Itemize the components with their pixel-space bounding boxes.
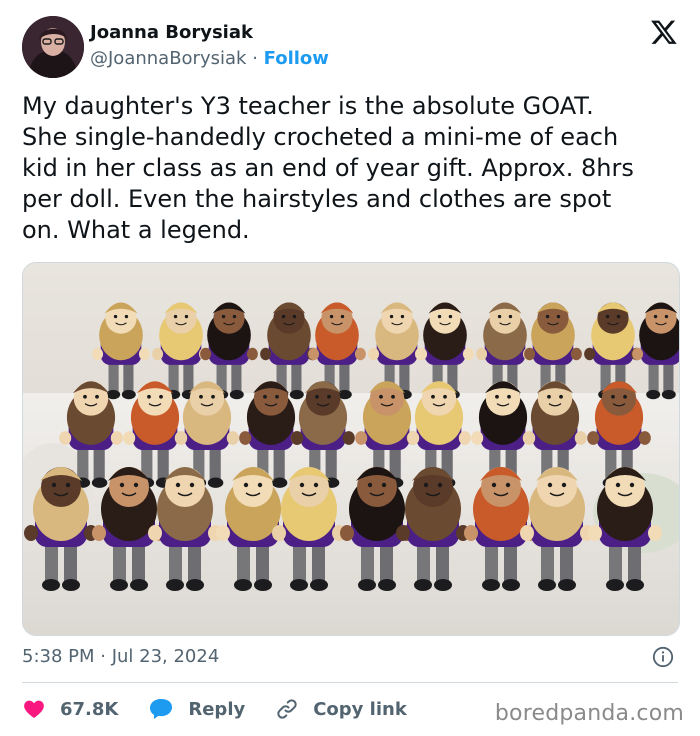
tweet-photo[interactable] bbox=[22, 262, 680, 636]
copy-link-label: Copy link bbox=[313, 698, 407, 720]
heart-icon bbox=[24, 700, 44, 718]
like-button[interactable]: 67.8K bbox=[22, 697, 118, 721]
separator: · bbox=[252, 48, 258, 69]
like-count: 67.8K bbox=[60, 698, 119, 720]
info-icon[interactable] bbox=[652, 646, 674, 668]
action-bar: 67.8K Reply Copy link bbox=[22, 695, 437, 723]
tweet-text: My daughter's Y3 teacher is the absolute… bbox=[22, 92, 634, 244]
reply-button[interactable]: Reply bbox=[148, 697, 245, 721]
avatar[interactable] bbox=[22, 16, 84, 78]
x-logo-icon[interactable] bbox=[650, 18, 678, 46]
speech-bubble-icon bbox=[150, 699, 173, 719]
author-name[interactable]: Joanna Borysiak bbox=[90, 22, 253, 43]
link-icon bbox=[277, 699, 297, 719]
author-handle[interactable]: @JoannaBorysiak bbox=[90, 48, 246, 69]
author-handle-row: @JoannaBorysiak · Follow bbox=[90, 48, 329, 69]
crochet-dolls-photo bbox=[23, 263, 679, 635]
divider bbox=[22, 682, 678, 683]
watermark: boredpanda.com bbox=[494, 701, 684, 726]
copy-link-button[interactable]: Copy link bbox=[275, 697, 407, 721]
follow-button[interactable]: Follow bbox=[264, 48, 329, 69]
tweet-timestamp[interactable]: 5:38 PM · Jul 23, 2024 bbox=[22, 646, 219, 667]
reply-label: Reply bbox=[188, 698, 246, 720]
